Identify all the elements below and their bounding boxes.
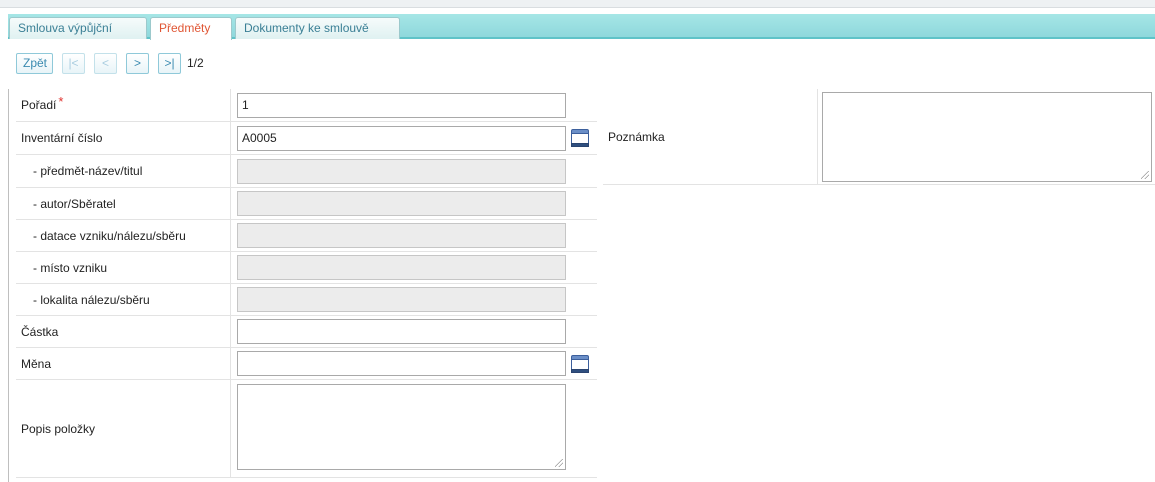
poradi-field-cell: 1 [231,89,597,121]
row-datace: - datace vzniku/nálezu/sběru [16,220,597,252]
row-inventarni-cislo: Inventární číslo A0005 [16,122,597,155]
poradi-input[interactable]: 1 [237,92,566,118]
back-button[interactable]: Zpět [16,52,53,74]
form-left-border [8,89,9,482]
poradi-label-text: Pořadí [21,98,57,112]
poznamka-textarea[interactable] [822,92,1152,182]
first-record-button[interactable]: |< [62,52,85,74]
row-misto: - místo vzniku [16,252,597,284]
mena-label: Měna [16,348,231,379]
datace-field-cell [231,220,597,251]
tab-bar: Smlouva výpůjční Předměty Dokumenty ke s… [8,14,1155,40]
lokalita-input [237,287,566,312]
row-predmet-nazev: - předmět-název/titul [16,155,597,188]
previous-record-button[interactable]: < [94,52,117,74]
tab-dokumenty-ke-smlouve[interactable]: Dokumenty ke smlouvě [235,17,400,39]
item-form: Pořadí * 1 Inventární číslo A0005 - předm… [16,89,597,478]
tab-smlouva-vypujcni[interactable]: Smlouva výpůjční [9,17,147,39]
row-mena: Měna [16,348,597,380]
lookup-list-icon[interactable] [571,129,589,147]
predmet-nazev-input [237,158,566,184]
required-mark: * [58,93,64,109]
row-poradi: Pořadí * 1 [16,89,597,122]
lookup-list-icon[interactable] [571,354,589,373]
window-top-strip [0,0,1155,8]
row-autor: - autor/Sběratel [16,188,597,220]
misto-input [237,255,566,280]
mena-field-cell [231,348,597,379]
misto-label: - místo vzniku [16,252,231,283]
record-toolbar: Zpět |< < > >| 1/2 [16,52,204,74]
inventarni-cislo-label: Inventární číslo [16,122,231,154]
autor-field-cell [231,188,597,219]
last-record-button[interactable]: >| [158,52,181,74]
autor-label: - autor/Sběratel [16,188,231,219]
datace-input [237,223,566,248]
castka-field-cell [231,316,597,347]
record-pager: 1/2 [187,56,204,70]
poradi-label: Pořadí * [16,89,231,121]
popis-field-cell [231,380,597,477]
row-popis: Popis položky [16,380,597,478]
castka-input[interactable] [237,319,566,344]
resize-grip-icon[interactable] [1141,171,1149,179]
tab-predmety[interactable]: Předměty [150,17,232,40]
datace-label: - datace vzniku/nálezu/sběru [16,220,231,251]
poznamka-label: Poznámka [603,89,818,184]
resize-grip-icon[interactable] [555,459,563,467]
note-panel: Poznámka [603,89,1155,185]
inventarni-cislo-field-cell: A0005 [231,122,597,154]
predmet-nazev-field-cell [231,155,597,187]
castka-label: Částka [16,316,231,347]
lokalita-label: - lokalita nálezu/sběru [16,284,231,315]
row-lokalita: - lokalita nálezu/sběru [16,284,597,316]
inventarni-cislo-input[interactable]: A0005 [237,125,566,151]
popis-textarea[interactable] [237,384,566,470]
next-record-button[interactable]: > [126,52,149,74]
mena-input[interactable] [237,351,566,376]
predmet-nazev-label: - předmět-název/titul [16,155,231,187]
popis-label: Popis položky [16,380,231,477]
autor-input [237,191,566,216]
poznamka-field-cell [818,89,1152,184]
misto-field-cell [231,252,597,283]
row-castka: Částka [16,316,597,348]
lokalita-field-cell [231,284,597,315]
